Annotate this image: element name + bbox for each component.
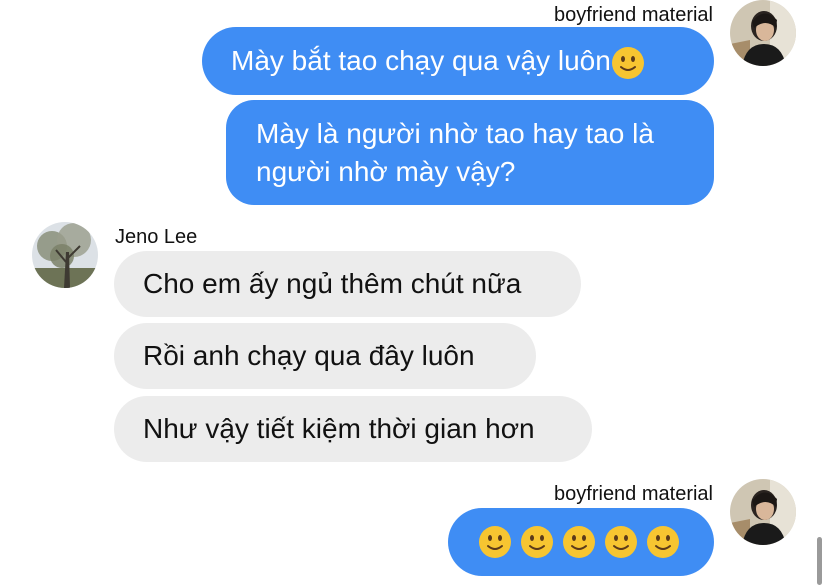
sender-name-outgoing: boyfriend material [554,483,713,505]
slightly-smiling-face-icon [604,525,638,559]
message-bubble-outgoing[interactable]: Mày bắt tao chạy qua vậy luôn [202,27,714,95]
message-text: Như vậy tiết kiệm thời gian hơn [143,413,535,444]
slightly-smiling-face-icon [562,525,596,559]
avatar-outgoing[interactable] [730,479,796,545]
avatar-incoming[interactable] [32,222,98,288]
slightly-smiling-face-icon [520,525,554,559]
person-photo-icon [730,479,796,545]
message-bubble-outgoing[interactable] [448,508,714,576]
slightly-smiling-face-icon [646,525,680,559]
slightly-smiling-face-icon [611,46,645,80]
message-text: Mày bắt tao chạy qua vậy luôn [231,45,611,76]
tree-photo-icon [32,222,98,288]
message-text-line: người nhờ mày vậy? [256,156,516,187]
person-photo-icon [730,0,796,66]
sender-name-incoming: Jeno Lee [115,226,198,248]
avatar-outgoing[interactable] [730,0,796,66]
message-bubble-outgoing[interactable]: Mày là người nhờ tao hay tao là người nh… [226,100,714,205]
message-bubble-incoming[interactable]: Rồi anh chạy qua đây luôn [114,323,536,389]
scrollbar[interactable] [817,537,822,585]
sender-name-outgoing: boyfriend material [554,4,713,26]
message-text: Rồi anh chạy qua đây luôn [143,340,475,371]
slightly-smiling-face-icon [478,525,512,559]
message-text: Cho em ấy ngủ thêm chút nữa [143,268,522,299]
message-bubble-incoming[interactable]: Như vậy tiết kiệm thời gian hơn [114,396,592,462]
message-bubble-incoming[interactable]: Cho em ấy ngủ thêm chút nữa [114,251,581,317]
message-text-line: Mày là người nhờ tao hay tao là [256,118,654,149]
